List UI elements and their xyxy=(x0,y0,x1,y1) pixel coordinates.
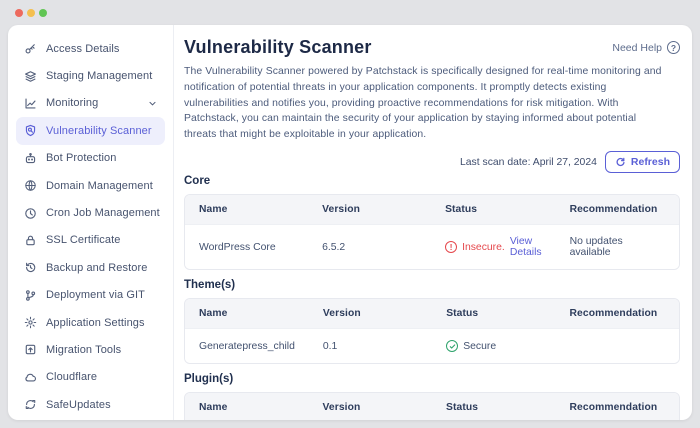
git-branch-icon xyxy=(24,289,37,302)
status-text: Insecure. xyxy=(462,241,505,253)
column-header-recommendation: Recommendation xyxy=(555,195,679,225)
cloud-icon xyxy=(24,371,37,384)
column-header-version: Version xyxy=(308,393,432,420)
status-text: Secure xyxy=(463,340,497,352)
column-header-status: Status xyxy=(432,299,556,329)
refresh-button[interactable]: Refresh xyxy=(604,151,680,174)
minimize-window-button[interactable] xyxy=(27,8,35,17)
sidebar-item-label: Vulnerability Scanner xyxy=(46,124,152,137)
sidebar-item-label: Cron Job Management xyxy=(46,207,160,220)
globe-icon xyxy=(24,179,37,192)
cell-version: 6.5.2 xyxy=(308,224,432,270)
column-header-recommendation: Recommendation xyxy=(555,299,679,329)
table-row: Generatepress_child 0.1 Secure xyxy=(185,328,679,364)
sidebar-item-label: Cloudflare xyxy=(46,371,98,384)
question-circle-icon: ? xyxy=(667,41,680,54)
refresh-button-label: Refresh xyxy=(630,156,670,169)
core-table: Name Version Status Recommendation WordP… xyxy=(184,194,680,271)
window-titlebar xyxy=(0,0,700,25)
need-help-label: Need Help xyxy=(612,41,662,54)
sidebar-item-backup-and-restore[interactable]: Backup and Restore xyxy=(16,254,165,281)
sidebar-item-application-settings[interactable]: Application Settings xyxy=(16,309,165,336)
table-header-row: Name Version Status Recommendation xyxy=(185,195,679,225)
sidebar-item-label: Migration Tools xyxy=(46,343,122,356)
cell-recommendation: No updates available xyxy=(555,224,679,270)
cell-status: Secure xyxy=(432,328,556,364)
sidebar-item-vulnerability-scanner[interactable]: Vulnerability Scanner xyxy=(16,117,165,145)
app-window: Access Details Staging Management Monito… xyxy=(8,25,692,420)
cell-name: Generatepress_child xyxy=(185,328,309,364)
plugins-table: Name Version Status Recommendation Ad In… xyxy=(184,392,680,420)
key-icon xyxy=(24,42,37,55)
view-details-link[interactable]: View Details xyxy=(510,236,542,258)
themes-table: Name Version Status Recommendation Gener… xyxy=(184,298,680,365)
sidebar-item-domain-management[interactable]: Domain Management xyxy=(16,172,165,199)
sidebar-item-deployment-via-git[interactable]: Deployment via GIT xyxy=(16,282,165,309)
history-icon xyxy=(24,261,37,274)
column-header-status: Status xyxy=(431,195,556,225)
page-title: Vulnerability Scanner xyxy=(184,37,372,57)
sidebar-item-bot-protection[interactable]: Bot Protection xyxy=(16,145,165,172)
sidebar-item-label: Backup and Restore xyxy=(46,261,148,274)
sidebar-item-label: SSL Certificate xyxy=(46,234,121,247)
column-header-recommendation: Recommendation xyxy=(555,393,679,420)
sidebar-item-label: Bot Protection xyxy=(46,152,117,165)
sidebar-item-label: Monitoring xyxy=(46,97,99,110)
sidebar-item-label: Staging Management xyxy=(46,70,153,83)
section-heading-core: Core xyxy=(184,175,211,188)
last-scan-date: Last scan date: April 27, 2024 xyxy=(459,156,597,168)
cell-name: WordPress Core xyxy=(185,224,309,270)
migration-box-icon xyxy=(24,343,37,356)
maximize-window-button[interactable] xyxy=(39,8,47,17)
column-header-name: Name xyxy=(185,299,309,329)
cell-status: ! Insecure. View Details xyxy=(431,224,556,270)
table-header-row: Name Version Status Recommendation xyxy=(185,393,679,420)
shield-scan-icon xyxy=(24,124,37,137)
table-row: WordPress Core 6.5.2 ! Insecure. View De… xyxy=(185,224,679,270)
sidebar-item-access-details[interactable]: Access Details xyxy=(16,35,165,62)
page-description: The Vulnerability Scanner powered by Pat… xyxy=(184,66,662,141)
clock-icon xyxy=(24,207,37,220)
section-heading-plugins: Plugin(s) xyxy=(184,373,234,386)
refresh-icon xyxy=(615,157,626,168)
secure-check-icon xyxy=(446,340,459,353)
sidebar-navigation: Access Details Staging Management Monito… xyxy=(8,25,174,420)
chevron-down-icon xyxy=(148,99,157,108)
gear-icon xyxy=(24,316,37,329)
insecure-alert-icon: ! xyxy=(445,241,458,254)
sidebar-item-cloudflare[interactable]: Cloudflare xyxy=(16,364,165,391)
sidebar-item-label: Domain Management xyxy=(46,179,153,192)
cell-recommendation xyxy=(555,328,679,364)
table-header-row: Name Version Status Recommendation xyxy=(185,299,679,329)
sidebar-item-migration-tools[interactable]: Migration Tools xyxy=(16,336,165,363)
column-header-status: Status xyxy=(432,393,556,420)
lock-icon xyxy=(24,234,37,247)
need-help-link[interactable]: Need Help ? xyxy=(612,41,680,54)
section-heading-themes: Theme(s) xyxy=(184,279,236,292)
sidebar-item-staging-management[interactable]: Staging Management xyxy=(16,62,165,89)
cell-version: 0.1 xyxy=(308,328,433,364)
close-window-button[interactable] xyxy=(15,8,23,17)
sidebar-item-cron-job-management[interactable]: Cron Job Management xyxy=(16,199,165,226)
chart-icon xyxy=(24,97,37,110)
window-controls xyxy=(15,8,47,17)
robot-icon xyxy=(24,152,37,165)
sidebar-item-monitoring[interactable]: Monitoring xyxy=(16,90,165,117)
column-header-name: Name xyxy=(185,393,309,420)
column-header-name: Name xyxy=(185,195,309,225)
column-header-version: Version xyxy=(308,299,433,329)
sidebar-item-label: Deployment via GIT xyxy=(46,289,146,302)
sidebar-item-label: SafeUpdates xyxy=(46,398,111,411)
sidebar-item-ssl-certificate[interactable]: SSL Certificate xyxy=(16,227,165,254)
sidebar-item-label: Application Settings xyxy=(46,316,145,329)
sidebar-item-label: Access Details xyxy=(46,42,120,55)
sidebar-item-safeupdates[interactable]: SafeUpdates xyxy=(16,391,165,418)
column-header-version: Version xyxy=(308,195,432,225)
main-content: Vulnerability Scanner Need Help ? The Vu… xyxy=(174,25,692,420)
layers-icon xyxy=(24,70,37,83)
sync-icon xyxy=(24,398,37,411)
